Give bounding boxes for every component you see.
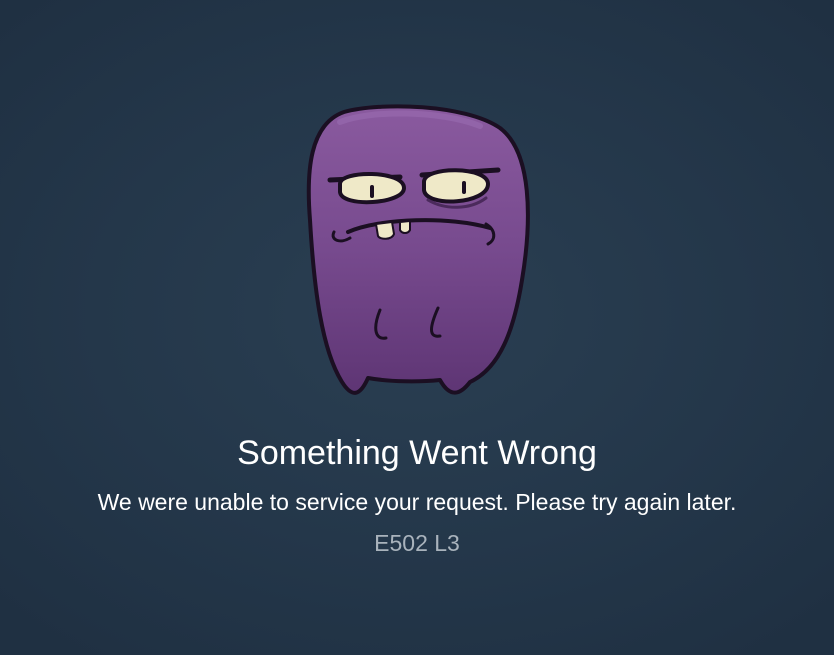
error-page: Something Went Wrong We were unable to s… xyxy=(0,0,834,655)
error-title: Something Went Wrong xyxy=(237,434,597,472)
grumpy-monster-icon xyxy=(306,104,530,395)
error-message: We were unable to service your request. … xyxy=(97,489,737,515)
error-code: E502 L3 xyxy=(374,530,460,556)
